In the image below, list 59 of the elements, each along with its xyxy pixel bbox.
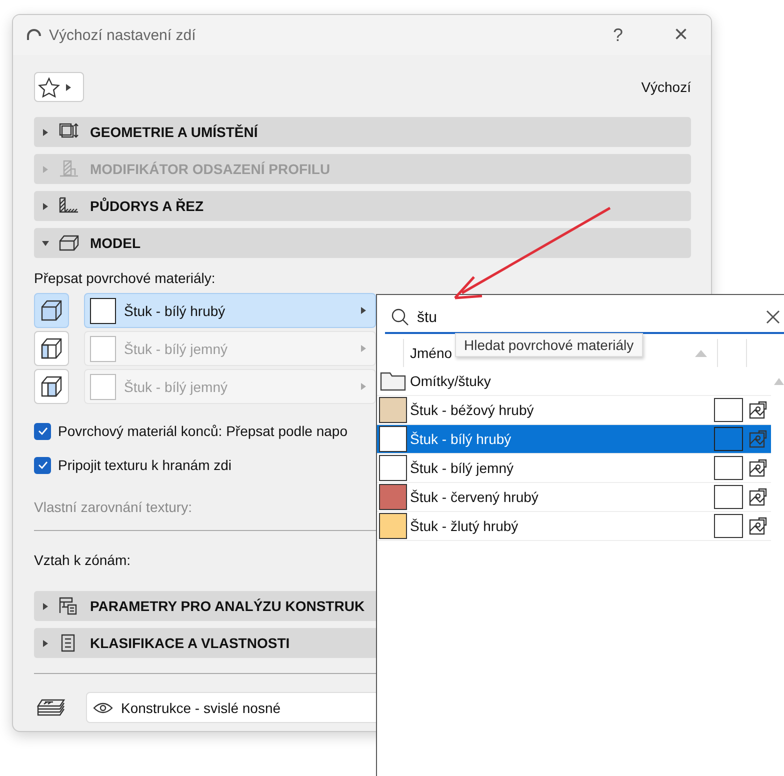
caret-icon (42, 202, 49, 210)
checkbox-label: Pripojit texturu k hranám zdi (58, 457, 232, 473)
wall-surface-icon (39, 336, 64, 361)
eye-icon (93, 702, 113, 714)
section-header[interactable]: PŮDORYS A ŘEZ (34, 191, 691, 221)
surface-color-box (714, 398, 743, 422)
close-button[interactable]: × (671, 21, 691, 49)
sort-ascending-icon (695, 350, 707, 356)
image-icon (749, 517, 767, 535)
star-icon (38, 76, 60, 98)
checkmark-icon (38, 427, 48, 435)
section-header[interactable]: MODEL (34, 228, 691, 258)
image-icon (749, 488, 767, 506)
folder-icon (380, 371, 406, 391)
surface-button[interactable] (34, 293, 69, 328)
checkbox[interactable] (34, 422, 51, 440)
help-button[interactable]: ? (608, 24, 628, 46)
default-label: Výchozí (641, 79, 691, 95)
checkbox[interactable] (34, 456, 51, 474)
tooltip: Hledat povrchové materiály (455, 333, 643, 357)
texture-alignment-label: Vlastní zarovnání textury: (34, 498, 192, 517)
image-icon (749, 459, 767, 477)
caret-icon (64, 84, 72, 90)
image-icon (749, 430, 767, 448)
material-row[interactable]: Štuk - bílý hrubý (377, 425, 771, 454)
window-title: Výchozí nastavení zdí (49, 26, 197, 44)
surface-color-box (714, 514, 743, 538)
zones-label: Vztah k zónám: (34, 551, 130, 570)
surface-color-box (714, 427, 743, 451)
override-label: Přepsat povrchové materiály: (34, 269, 216, 288)
app-arc-icon (27, 29, 41, 41)
material-field[interactable]: Štuk - bílý hrubý (84, 293, 376, 328)
image-icon (749, 401, 767, 419)
caret-icon (360, 383, 367, 390)
caret-icon (42, 640, 49, 646)
material-row[interactable]: Štuk - červený hrubý (377, 483, 771, 512)
section-header[interactable]: GEOMETRIE A UMÍSTĚNÍ (34, 117, 691, 147)
layers-icon (36, 696, 66, 718)
profile-icon (58, 159, 80, 179)
caret-icon (42, 128, 49, 136)
material-row[interactable]: Štuk - žlutý hrubý (377, 512, 771, 541)
wall-surface-icon (39, 298, 64, 323)
caret-icon (360, 345, 367, 352)
caret-icon (42, 166, 49, 172)
checkbox-label: Povrchový materiál konců: Přepsat podle napo (58, 423, 348, 439)
checkmark-icon (38, 461, 48, 469)
caret-icon (42, 602, 49, 610)
search-icon (391, 308, 409, 326)
scroll-up-icon (774, 378, 784, 385)
folder-row[interactable]: Omítky/štuky (377, 367, 771, 396)
favorites-button[interactable] (34, 72, 84, 102)
wall-surface-icon (39, 374, 64, 399)
surface-color-box (714, 456, 743, 480)
material-row[interactable]: Štuk - bílý jemný (377, 454, 771, 483)
surface-color-box (714, 485, 743, 509)
caret-icon (42, 240, 49, 246)
box-icon (58, 233, 80, 253)
caret-icon (360, 307, 367, 314)
clear-icon (766, 310, 780, 324)
